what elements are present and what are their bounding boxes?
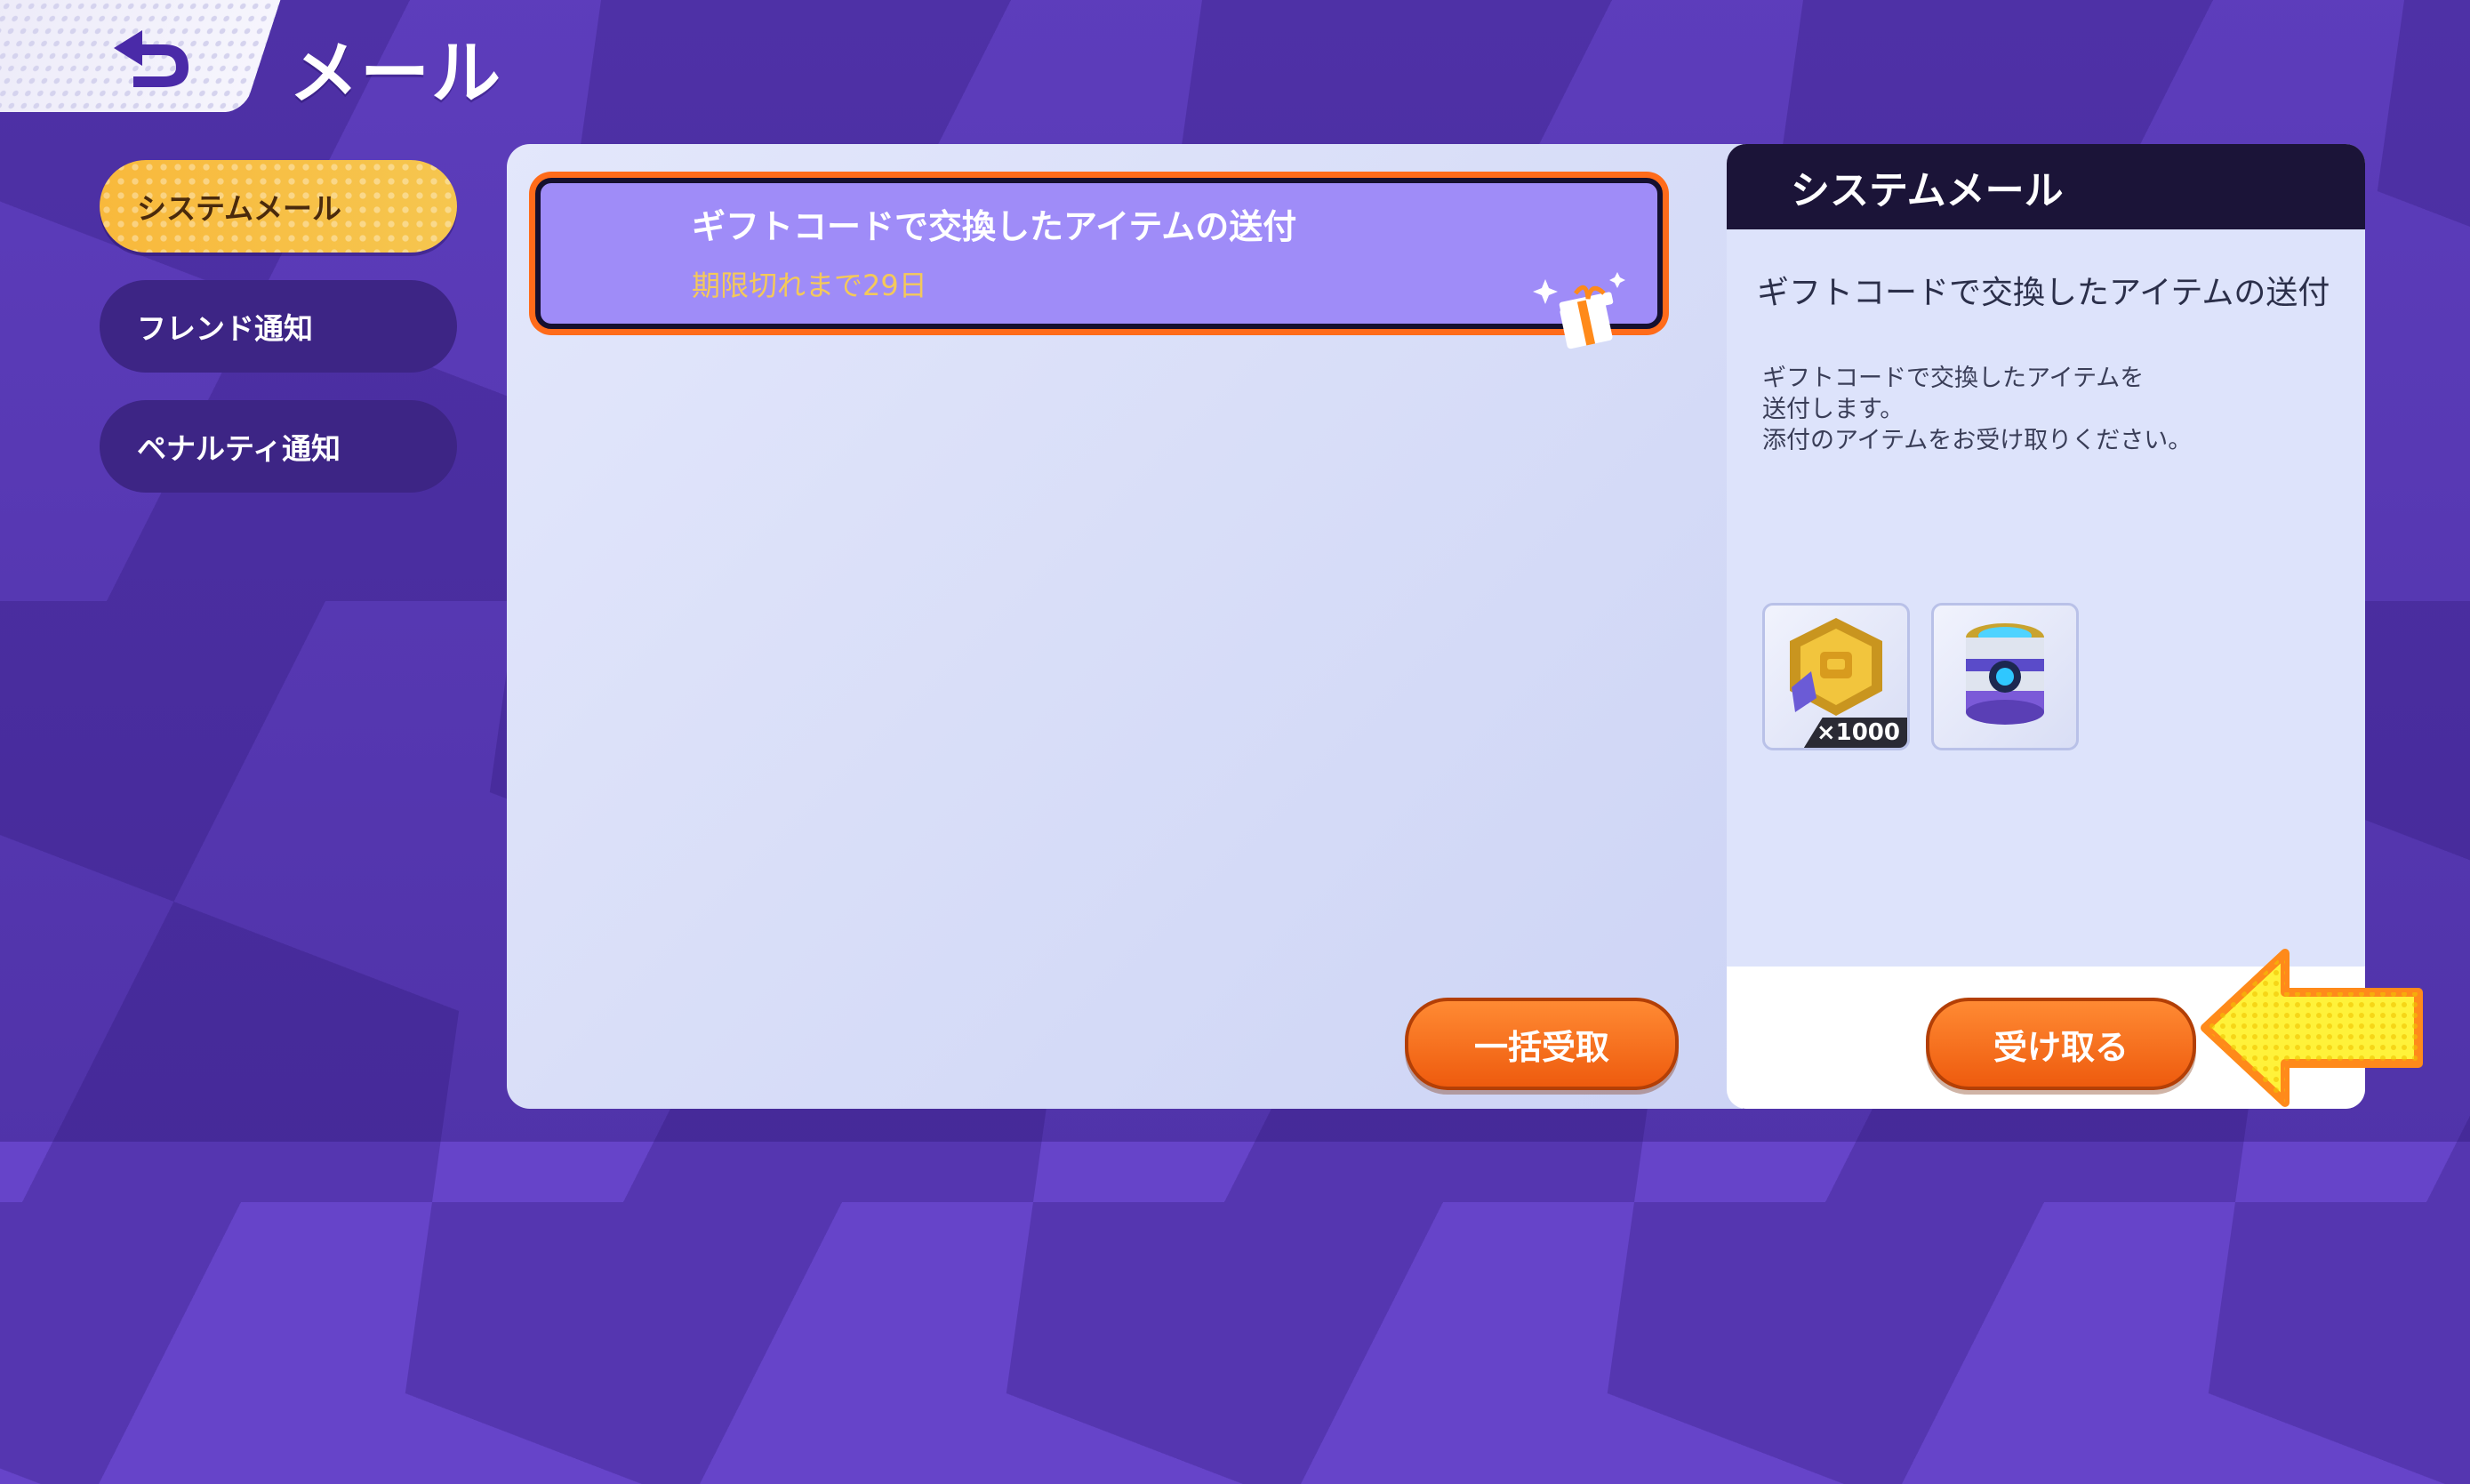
receive-button[interactable]: 受け取る xyxy=(1926,998,2196,1090)
sidebar-item-label: ペナルティ通知 xyxy=(137,431,341,466)
detail-header: システムメール xyxy=(1727,144,2365,229)
sidebar-item-friend-notice[interactable]: フレンド通知 xyxy=(100,280,457,373)
attachment-item-capsule[interactable] xyxy=(1931,603,2079,750)
sidebar-item-label: システムメール xyxy=(137,191,342,226)
detail-header-title: システムメール xyxy=(1791,168,2064,213)
detail-body-line: ギフトコードで交換したアイテムを xyxy=(1762,365,2145,392)
pointer-arrow-icon xyxy=(2201,949,2423,1107)
bulk-receive-button[interactable]: 一括受取 xyxy=(1405,998,1679,1090)
mail-list-item[interactable]: ギフトコードで交換したアイテムの送付 期限切れまで29日 xyxy=(535,178,1663,349)
page-title: メール xyxy=(289,34,503,114)
mail-expiry: 期限切れまで29日 xyxy=(692,269,927,302)
item-capsule-icon xyxy=(1966,623,2044,725)
sidebar-item-penalty-notice[interactable]: ペナルティ通知 xyxy=(100,400,457,493)
detail-body-line: 送付します。 xyxy=(1762,396,1905,423)
sidebar-item-system-mail[interactable]: システムメール xyxy=(100,160,457,253)
receive-label: 受け取る xyxy=(1993,1027,2129,1067)
mail-list-panel: ギフトコードで交換したアイテムの送付 期限切れまで29日 一括受取 xyxy=(507,144,1743,1109)
attachment-coin-ticket[interactable]: ×1000 xyxy=(1762,603,1910,750)
detail-body-line: 添付のアイテムをお受け取りください。 xyxy=(1762,427,2193,454)
back-arrow-icon xyxy=(114,30,188,87)
detail-subject: ギフトコードで交換したアイテムの送付 xyxy=(1757,275,2330,311)
detail-body: ギフトコードで交換したアイテムを 送付します。 添付のアイテムをお受け取りくださ… xyxy=(1762,363,2192,456)
mail-subject: ギフトコードで交換したアイテムの送付 xyxy=(692,207,1297,246)
sidebar-item-label: フレンド通知 xyxy=(137,311,313,346)
back-button[interactable] xyxy=(107,25,196,89)
gift-icon xyxy=(1533,272,1625,349)
bulk-receive-label: 一括受取 xyxy=(1473,1027,1609,1067)
